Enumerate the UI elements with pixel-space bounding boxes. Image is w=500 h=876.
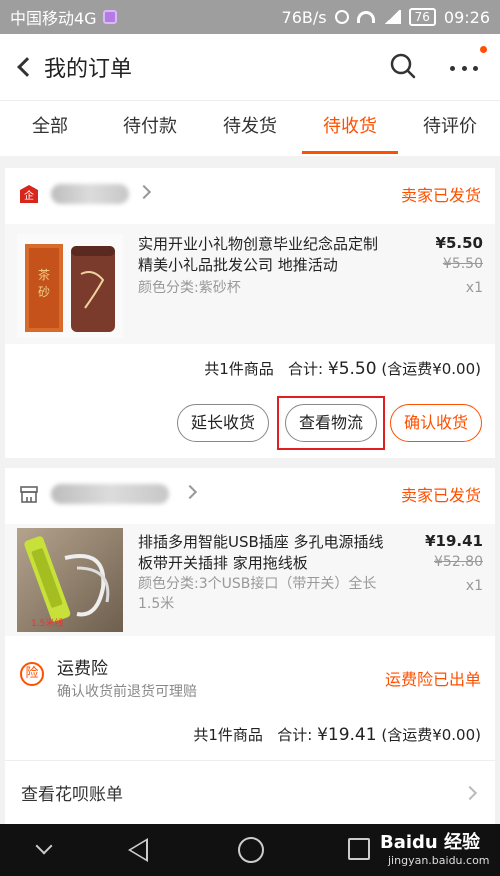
divider xyxy=(5,760,495,761)
nav-recent-apps-icon[interactable] xyxy=(348,838,370,860)
more-icon[interactable] xyxy=(450,56,478,80)
total-amount: ¥19.41 xyxy=(317,725,377,745)
tab-pending-receipt[interactable]: 待收货 xyxy=(300,101,400,156)
order-summary: 共1件商品 合计: ¥19.41 (含运费¥0.00) xyxy=(193,724,481,745)
app-header: 我的订单 xyxy=(0,34,500,100)
insurance-title: 运费险 xyxy=(57,659,108,679)
original-price: ¥52.80 xyxy=(434,554,483,570)
app-notification-icon xyxy=(102,10,117,24)
store-icon xyxy=(20,486,38,503)
battery-icon: 76 xyxy=(408,8,436,26)
product-quantity: x1 xyxy=(465,578,483,594)
system-nav-bar: Baidu 经验 jingyan.baidu.com xyxy=(0,824,500,876)
status-bar: 中国移动4G 76B/s 76 09:26 xyxy=(0,0,500,34)
nav-back-icon[interactable] xyxy=(128,838,148,862)
signal-icon xyxy=(382,10,401,24)
confirm-receipt-button[interactable]: 确认收货 xyxy=(390,404,482,442)
notification-dot xyxy=(480,46,487,53)
shop-name-redacted xyxy=(51,184,129,204)
carrier-label: 中国移动4G xyxy=(10,9,97,28)
order-card: 企 卖家已发货 茶 砂 实用开业小礼物创意毕业纪念品定制精美小礼品批发公司 地推… xyxy=(5,168,495,458)
product-price: ¥19.41 xyxy=(425,532,483,550)
nav-home-icon[interactable] xyxy=(238,837,264,863)
shop-row[interactable]: 卖家已发货 xyxy=(5,468,495,520)
item-count: 共1件商品 xyxy=(204,360,274,378)
shop-name-redacted xyxy=(51,484,169,504)
svg-text:企: 企 xyxy=(24,189,34,202)
hide-keyboard-icon[interactable] xyxy=(35,837,53,855)
page-title: 我的订单 xyxy=(44,57,133,82)
svg-text:茶: 茶 xyxy=(38,267,50,282)
order-tabs: 全部 待付款 待发货 待收货 待评价 xyxy=(0,100,500,156)
chevron-right-icon xyxy=(462,785,478,801)
order-summary: 共1件商品 合计: ¥5.50 (含运费¥0.00) xyxy=(204,358,481,379)
product-title: 实用开业小礼物创意毕业纪念品定制精美小礼品批发公司 地推活动 xyxy=(138,235,379,274)
back-arrow-icon[interactable] xyxy=(4,34,44,100)
tab-all[interactable]: 全部 xyxy=(0,101,100,156)
order-card: 卖家已发货 1.5米线 排插多用智能USB插座 多孔电源插线板带开关插排 家用拖… xyxy=(5,468,495,824)
insurance-icon: 险 xyxy=(20,662,44,686)
wifi-icon xyxy=(356,11,375,23)
shop-row[interactable]: 企 卖家已发货 xyxy=(5,168,495,220)
insurance-subtitle: 确认收货前退货可理赔 xyxy=(57,684,197,700)
order-status: 卖家已发货 xyxy=(400,186,481,205)
power-strip-image: 1.5米线 xyxy=(17,528,123,632)
alarm-icon xyxy=(334,10,349,24)
item-count: 共1件商品 xyxy=(193,726,263,744)
tab-pending-review[interactable]: 待评价 xyxy=(400,101,500,156)
tab-pending-shipment[interactable]: 待发货 xyxy=(200,101,300,156)
product-price: ¥5.50 xyxy=(435,234,483,252)
product-quantity: x1 xyxy=(465,280,483,296)
product-thumbnail: 1.5米线 xyxy=(17,528,123,632)
order-status: 卖家已发货 xyxy=(400,486,481,505)
clock-time: 09:26 xyxy=(443,7,490,27)
insurance-status: 运费险已出单 xyxy=(384,670,481,689)
network-speed: 76B/s xyxy=(281,7,327,27)
product-thumbnail: 茶 砂 xyxy=(17,234,123,338)
huabei-bill-label: 查看花呗账单 xyxy=(21,785,123,805)
chevron-right-icon xyxy=(136,184,152,200)
total-label: 合计: xyxy=(277,726,313,744)
thumb-caption: 1.5米线 xyxy=(31,617,63,629)
search-icon[interactable] xyxy=(389,52,417,80)
total-amount: ¥5.50 xyxy=(327,359,377,379)
product-title: 排插多用智能USB插座 多孔电源插线板带开关插排 家用拖线板 xyxy=(138,533,384,572)
order-item[interactable]: 茶 砂 实用开业小礼物创意毕业纪念品定制精美小礼品批发公司 地推活动 颜色分类:… xyxy=(5,224,495,344)
extend-receipt-button[interactable]: 延长收货 xyxy=(177,404,269,442)
shipping-fee: (含运费¥0.00) xyxy=(381,726,481,744)
chevron-right-icon xyxy=(182,484,198,500)
tea-cup-image: 茶 砂 xyxy=(17,234,123,338)
order-item[interactable]: 1.5米线 排插多用智能USB插座 多孔电源插线板带开关插排 家用拖线板 颜色分… xyxy=(5,524,495,636)
shop-logo-icon: 企 xyxy=(20,185,38,203)
original-price: ¥5.50 xyxy=(442,256,483,272)
shipping-fee: (含运费¥0.00) xyxy=(381,360,481,378)
baidu-watermark: Baidu 经验 xyxy=(380,832,481,853)
highlight-box xyxy=(277,396,385,450)
product-variant: 颜色分类:紫砂杯 xyxy=(138,280,241,296)
tab-pending-payment[interactable]: 待付款 xyxy=(100,101,200,156)
total-label: 合计: xyxy=(288,360,324,378)
product-variant: 颜色分类:3个USB接口（带开关）全长1.5米 xyxy=(138,576,377,612)
huabei-bill-row[interactable]: 查看花呗账单 xyxy=(5,764,495,824)
svg-text:砂: 砂 xyxy=(38,285,50,299)
freight-insurance-row[interactable]: 险 运费险 确认收货前退货可理赔 运费险已出单 xyxy=(5,648,495,708)
watermark-url: jingyan.baidu.com xyxy=(388,854,490,867)
